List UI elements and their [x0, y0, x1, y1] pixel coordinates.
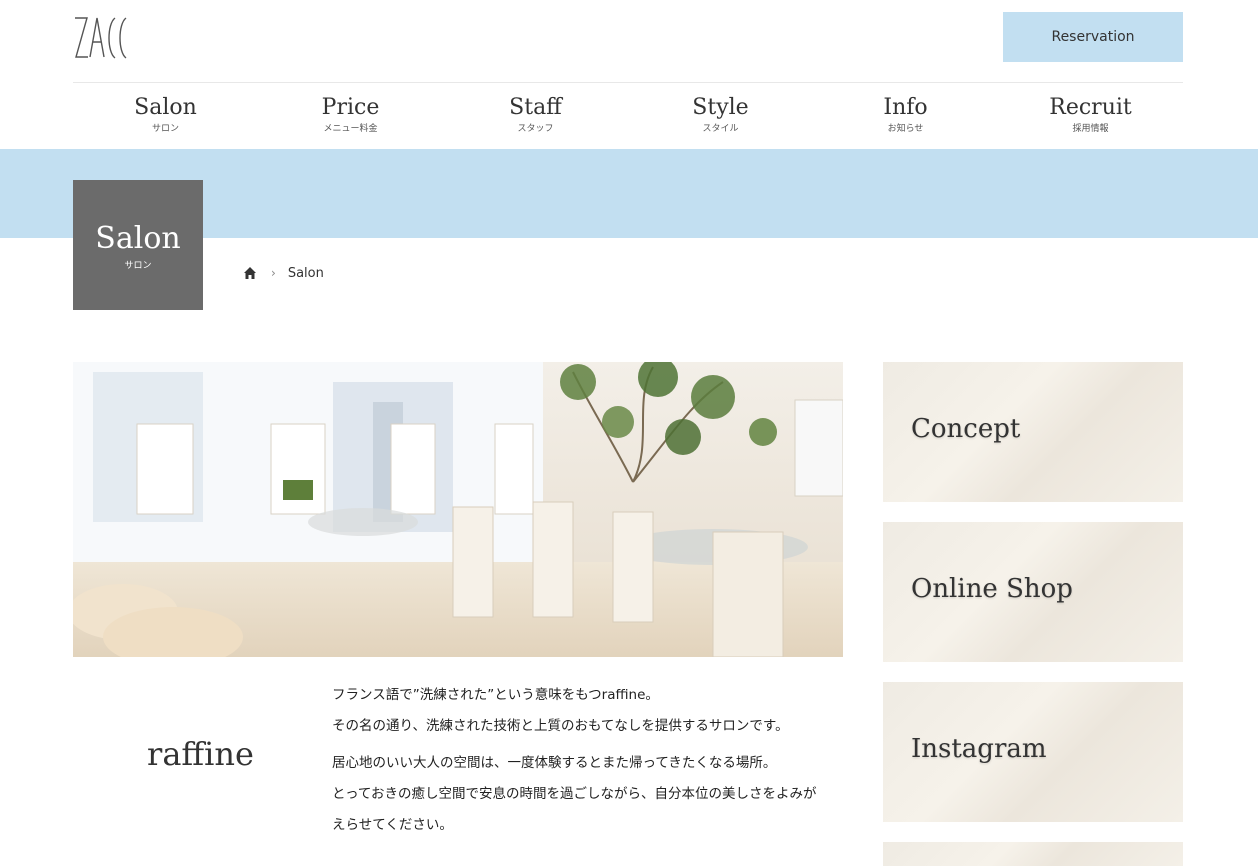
- nav-label-ja: 採用情報: [1072, 124, 1109, 134]
- reservation-button[interactable]: Reservation: [1003, 12, 1183, 62]
- site-header: Reservation: [0, 0, 1258, 82]
- nav-label-en: Price: [321, 95, 380, 120]
- nav-label-ja: メニュー料金: [323, 124, 378, 134]
- sidebar-card-online-shop[interactable]: Online Shop: [883, 522, 1183, 662]
- description-line: フランス語で”洗練された”という意味をもつraffine。: [332, 687, 659, 703]
- site-logo[interactable]: [73, 12, 133, 62]
- nav-item-style[interactable]: Style スタイル: [628, 83, 813, 149]
- breadcrumb: › Salon: [243, 264, 324, 282]
- nav-item-price[interactable]: Price メニュー料金: [258, 83, 443, 149]
- home-icon[interactable]: [243, 266, 257, 280]
- sidebar-card-label: Online Shop: [911, 574, 1073, 604]
- page-title-ja: サロン: [124, 261, 152, 271]
- nav-item-recruit[interactable]: Recruit 採用情報: [998, 83, 1183, 149]
- nav-label-ja: サロン: [151, 124, 179, 134]
- zacc-logo-icon: [75, 17, 127, 59]
- nav-item-staff[interactable]: Staff スタッフ: [443, 83, 628, 149]
- sidebar-card-instagram[interactable]: Instagram: [883, 682, 1183, 822]
- description-line: えらせてください。: [332, 817, 453, 833]
- description-line: とっておきの癒し空間で安息の時間を過ごしながら、自分本位の美しさをよみが: [332, 786, 817, 802]
- nav-label-en: Staff: [509, 95, 562, 120]
- page-title: Salon: [95, 221, 181, 256]
- main-nav: Salon サロン Price メニュー料金 Staff スタッフ Style …: [73, 83, 1183, 149]
- salon-interior-photo: [73, 362, 843, 657]
- breadcrumb-current: Salon: [287, 265, 324, 281]
- sidebar-card-label: Concept: [911, 414, 1021, 444]
- chevron-right-icon: ›: [271, 266, 276, 280]
- nav-label-en: Style: [692, 95, 749, 120]
- nav-label-ja: スタイル: [702, 124, 739, 134]
- sidebar-card-concept[interactable]: Concept: [883, 362, 1183, 502]
- description-line: その名の通り、洗練された技術と上質のおもてなしを提供するサロンです。: [332, 718, 789, 734]
- salon-description: フランス語で”洗練された”という意味をもつraffine。 その名の通り、洗練さ…: [332, 680, 852, 841]
- sidebar-card-partial[interactable]: [883, 842, 1183, 866]
- nav-item-salon[interactable]: Salon サロン: [73, 83, 258, 149]
- description-line: 居心地のいい大人の空間は、一度体験するとまた帰ってきたくなる場所。: [332, 755, 777, 771]
- nav-label-ja: スタッフ: [517, 124, 554, 134]
- nav-label-en: Info: [883, 95, 928, 120]
- nav-label-en: Salon: [134, 95, 197, 120]
- nav-item-info[interactable]: Info お知らせ: [813, 83, 998, 149]
- nav-label-en: Recruit: [1049, 95, 1132, 120]
- salon-subtitle: raffine: [147, 735, 254, 773]
- sidebar-card-label: Instagram: [911, 734, 1047, 764]
- nav-label-ja: お知らせ: [887, 124, 924, 134]
- page-title-box: Salon サロン: [73, 180, 203, 310]
